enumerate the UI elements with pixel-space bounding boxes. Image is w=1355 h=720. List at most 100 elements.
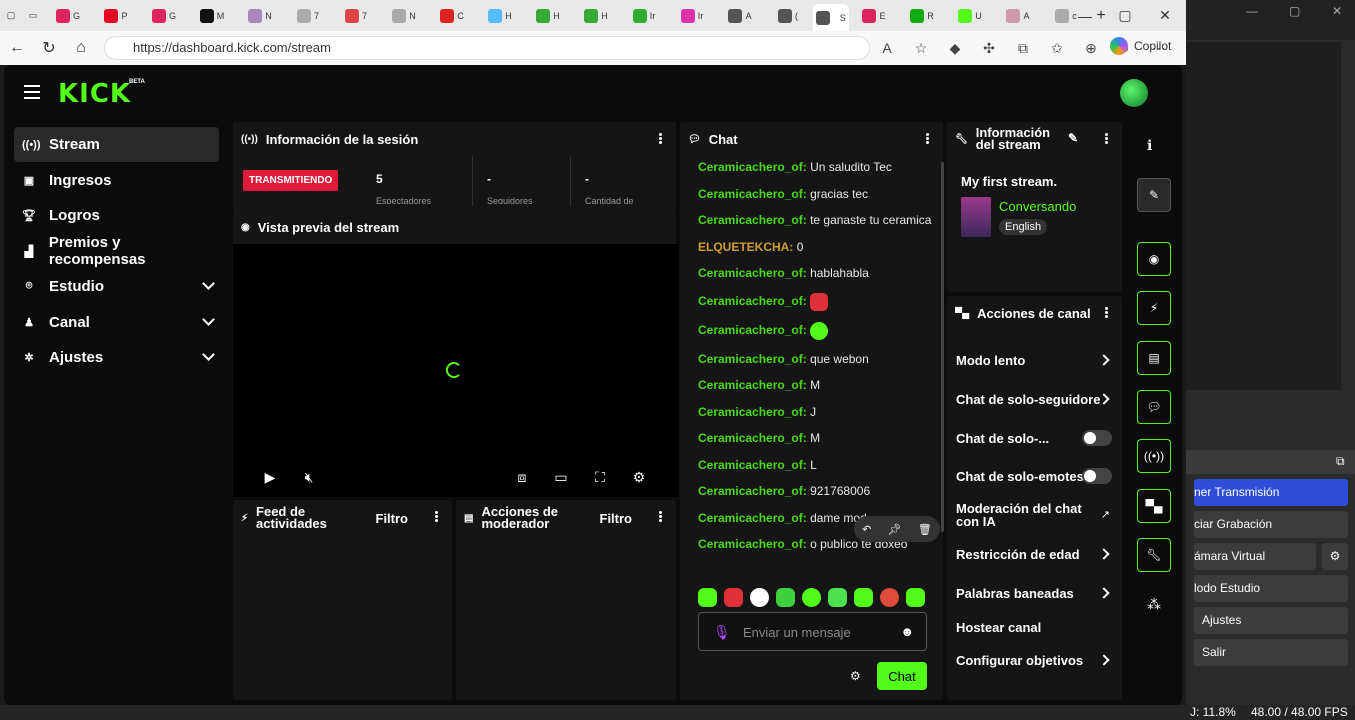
browser-tab[interactable]: Ir (621, 6, 667, 26)
browser-tab[interactable]: C (429, 6, 475, 26)
chat-username[interactable]: Ceramicachero_of: (698, 431, 807, 445)
action-slow-mode[interactable]: Modo lento (956, 353, 1116, 368)
edit-panel-button[interactable]: ✎ (1137, 178, 1171, 212)
more-options-icon[interactable] (1105, 133, 1108, 144)
theater-mode-icon[interactable]: ▭ (550, 466, 572, 488)
chat-settings-icon[interactable]: ⚙ (850, 669, 861, 683)
chat-message[interactable]: Ceramicachero_of: M (698, 431, 938, 446)
chat-username[interactable]: Ceramicachero_of: (698, 160, 807, 174)
notes-toggle-button[interactable]: ▤ (1137, 341, 1171, 375)
obs-settings-button[interactable]: Ajustes (1194, 607, 1348, 634)
refresh-icon[interactable]: ↻ (34, 33, 64, 63)
sidebar-item-estudio[interactable]: ⌾ Estudio (14, 269, 219, 304)
collections-icon[interactable]: ⊕ (1079, 36, 1103, 60)
back-icon[interactable]: ← (2, 33, 32, 63)
browser-tab[interactable]: R (899, 6, 945, 26)
obs-minimize-icon[interactable]: — (1246, 4, 1258, 18)
picture-in-picture-icon[interactable]: ⧈ (511, 466, 533, 488)
puzzle-icon[interactable]: ✣ (977, 36, 1001, 60)
obs-exit-button[interactable]: Salir (1194, 639, 1348, 666)
delete-icon[interactable]: 🗑︎ (918, 523, 932, 536)
chat-message[interactable]: Ceramicachero_of: (698, 322, 938, 340)
fullscreen-icon[interactable]: ⛶ (589, 466, 611, 488)
emote-icon[interactable] (828, 588, 847, 607)
chat-username[interactable]: ELQUETEKCHA: (698, 240, 793, 254)
preview-toggle-button[interactable]: ◉ (1137, 242, 1171, 276)
obs-virtual-camera-button[interactable]: ámara Virtual (1194, 543, 1316, 570)
extension-icon[interactable]: ◆ (943, 36, 967, 60)
session-toggle-button[interactable]: ((•)) (1137, 439, 1171, 473)
settings-gear-icon[interactable]: ⚙ (628, 466, 650, 488)
chat-message[interactable]: Ceramicachero_of: 921768006 (698, 484, 938, 499)
chat-username[interactable]: Ceramicachero_of: (698, 323, 807, 337)
microphone-icon[interactable]: 🎙︎ (713, 624, 731, 641)
chat-message[interactable]: Ceramicachero_of: (698, 292, 938, 311)
chat-toggle-button[interactable]: 💬︎ (1137, 390, 1171, 424)
obs-start-stream-button[interactable]: ner Transmisión (1194, 479, 1348, 506)
more-options-icon[interactable] (659, 133, 662, 144)
chat-username[interactable]: Ceramicachero_of: (698, 537, 807, 551)
emote-icon[interactable] (750, 588, 769, 607)
sidebar-item-stream[interactable]: ((•)) Stream (14, 127, 219, 162)
sidebar-item-ingresos[interactable]: ▣ Ingresos (14, 163, 219, 198)
emote-icon[interactable] (724, 588, 743, 607)
filter-button[interactable]: Filtro (600, 511, 633, 526)
more-options-icon[interactable] (926, 133, 929, 144)
subscribers-only-toggle[interactable] (1082, 430, 1112, 446)
browser-tab[interactable]: E (851, 6, 897, 26)
browser-tab[interactable]: A (717, 6, 763, 26)
browser-tab[interactable]: 7 (285, 6, 331, 26)
emote-icon[interactable] (776, 588, 795, 607)
workspaces-icon[interactable]: ▢ (1, 6, 21, 26)
home-icon[interactable]: ⌂ (66, 33, 96, 63)
sidebar-item-premios[interactable]: ▟ Premios y recompensas (14, 234, 219, 269)
undo-icon[interactable]: ↶ (862, 523, 871, 536)
chat-message[interactable]: Ceramicachero_of: te ganaste tu ceramica (698, 213, 938, 228)
chat-message[interactable]: ELQUETEKCHA: 0 (698, 240, 938, 255)
browser-tab[interactable]: H (525, 6, 571, 26)
action-ai-moderation[interactable]: Moderación del chat con IA (956, 502, 1086, 528)
menu-icon[interactable] (24, 85, 40, 99)
chat-input[interactable]: 🎙︎ Enviar un mensaje ☻ (698, 612, 927, 651)
chat-username[interactable]: Ceramicachero_of: (698, 378, 807, 392)
browser-tab[interactable]: A (995, 6, 1041, 26)
browser-tab[interactable]: N (237, 6, 283, 26)
action-followers-only[interactable]: Chat de solo-seguidores (956, 392, 1101, 407)
more-options-icon[interactable] (659, 511, 662, 522)
chat-username[interactable]: Ceramicachero_of: (698, 484, 807, 498)
chat-message[interactable]: Ceramicachero_of: Un saludito Tec (698, 160, 938, 175)
info-icon[interactable]: ℹ (1147, 137, 1152, 154)
activity-toggle-button[interactable]: ⚡︎ (1137, 291, 1171, 325)
browser-tab[interactable]: 7 (333, 6, 379, 26)
sidebar-item-logros[interactable]: 🏆︎ Logros (14, 198, 219, 233)
avatar[interactable] (1120, 79, 1148, 107)
browser-tab[interactable]: G (45, 6, 91, 26)
tab-actions-icon[interactable]: ▭ (23, 6, 43, 26)
chat-message[interactable]: Ceramicachero_of: J (698, 405, 938, 420)
chat-username[interactable]: Ceramicachero_of: (698, 511, 807, 525)
read-aloud-icon[interactable]: A (875, 36, 899, 60)
maximize-icon[interactable]: ▢ (1105, 0, 1145, 31)
channel-actions-toggle-button[interactable]: ▀▄ (1137, 489, 1171, 523)
emote-icon[interactable] (854, 588, 873, 607)
browser-tab[interactable]: N (381, 6, 427, 26)
browser-tab[interactable]: Ir (669, 6, 715, 26)
kick-logo[interactable]: KICK (58, 79, 131, 109)
chat-message[interactable]: Ceramicachero_of: gracias tec (698, 187, 938, 202)
dock-icon[interactable]: ⧉ (1336, 454, 1345, 469)
browser-tab[interactable]: ( (765, 6, 811, 26)
action-age-restriction[interactable]: Restricción de edad (956, 547, 1116, 562)
mute-icon[interactable]: 🔇︎ (298, 466, 320, 488)
play-icon[interactable]: ▶ (259, 466, 281, 488)
action-banned-words[interactable]: Palabras baneadas (956, 586, 1116, 601)
stream-category[interactable]: Conversando (999, 199, 1076, 214)
emote-icon[interactable] (880, 588, 899, 607)
browser-tab[interactable]: G (141, 6, 187, 26)
action-host-channel[interactable]: Hostear canal (956, 620, 1116, 635)
sidebar-item-canal[interactable]: ♟ Canal (14, 305, 219, 340)
chat-scrollbar[interactable] (941, 162, 944, 532)
favorite-star-icon[interactable]: ☆ (909, 36, 933, 60)
chat-username[interactable]: Ceramicachero_of: (698, 352, 807, 366)
browser-tab[interactable]: M (189, 6, 235, 26)
stream-info-toggle-button[interactable]: 🔧︎ (1137, 538, 1171, 572)
